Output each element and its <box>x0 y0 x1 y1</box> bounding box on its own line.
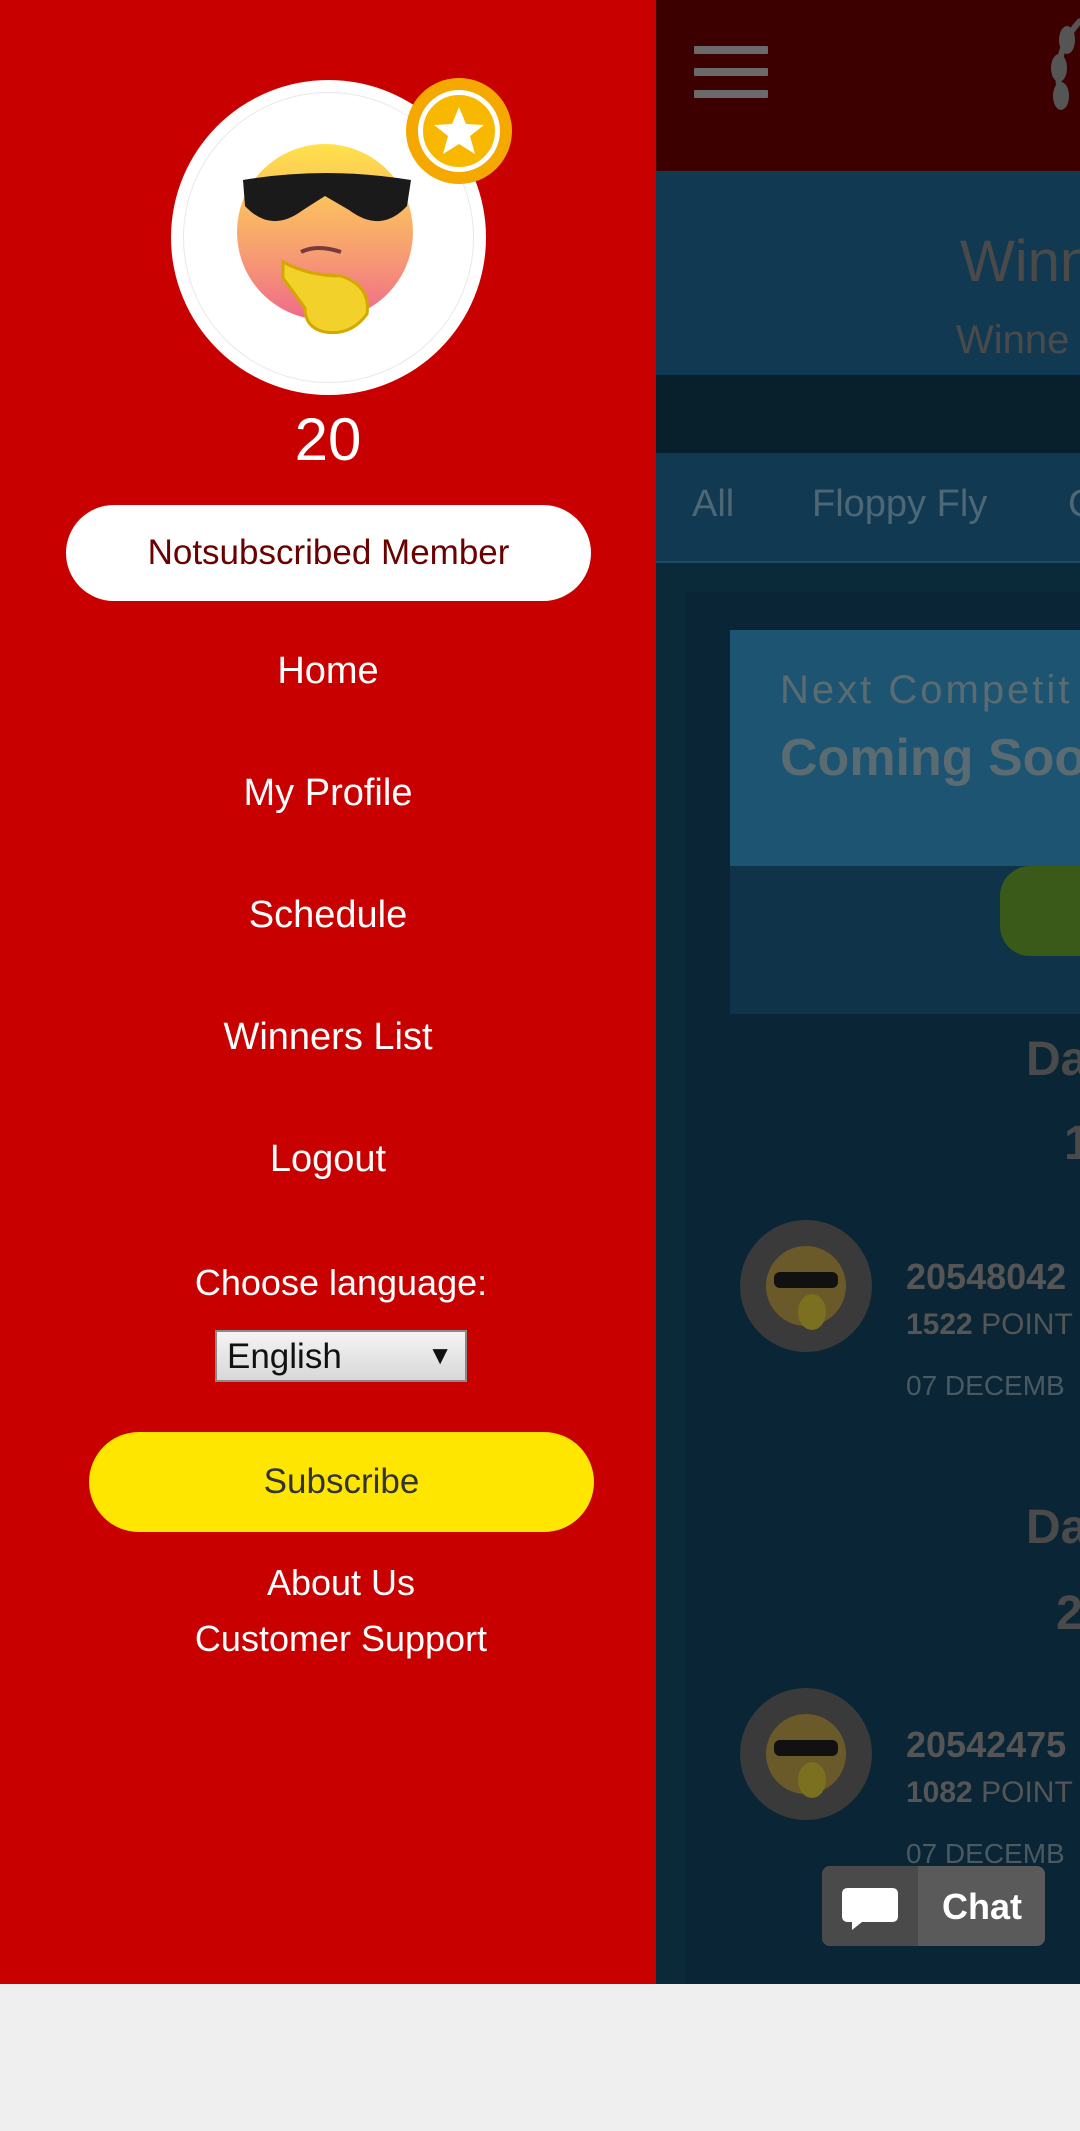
app: All Floppy Fly C Winn Winne Next Competi… <box>0 0 1080 1984</box>
side-drawer: 20 Notsubscribed Member Home My Profile … <box>0 0 656 1984</box>
nav-my-profile[interactable]: My Profile <box>0 772 656 815</box>
hero-subtitle: Winne <box>956 318 1070 362</box>
day-heading: Da <box>1026 1501 1080 1554</box>
tab-next[interactable]: C <box>1068 483 1080 526</box>
chevron-down-icon: ▼ <box>427 1340 453 1370</box>
user-level: 20 <box>294 406 362 473</box>
day-subheading: 2 <box>1056 1587 1080 1640</box>
star-badge-icon <box>406 78 512 184</box>
member-status-badge[interactable]: Notsubscribed Member <box>66 505 591 601</box>
divider-band <box>656 375 1080 453</box>
top-bar <box>656 0 1080 171</box>
chat-bubble-icon <box>842 1888 898 1930</box>
tab-floppy-fly[interactable]: Floppy Fly <box>812 483 987 526</box>
day-heading: Da <box>1026 1033 1080 1086</box>
language-selected: English <box>227 1337 342 1376</box>
language-label: Choose language: <box>194 1262 488 1303</box>
nav-logout[interactable]: Logout <box>0 1138 656 1181</box>
nav-schedule[interactable]: Schedule <box>0 894 656 937</box>
customer-support-link[interactable]: Customer Support <box>0 1618 682 1660</box>
tab-all[interactable]: All <box>692 483 734 526</box>
player-id: 20542475 <box>906 1724 1067 1765</box>
subscribe-button[interactable]: Subscribe <box>89 1432 594 1532</box>
chat-button[interactable]: Chat <box>822 1866 1045 1946</box>
player-points: 1082 POINT <box>906 1776 1073 1809</box>
hamburger-icon[interactable] <box>694 46 768 98</box>
day-subheading: 1 <box>1064 1117 1080 1170</box>
cool-emoji-avatar-icon <box>237 144 413 335</box>
next-competition-label: Next Competit <box>780 668 1073 712</box>
player-points: 1522 POINT <box>906 1308 1073 1341</box>
nav-home[interactable]: Home <box>0 650 656 693</box>
player-date: 07 DECEMB <box>906 1370 1065 1401</box>
player-avatar <box>740 1220 872 1352</box>
about-us-link[interactable]: About Us <box>0 1562 682 1604</box>
laurel-icon <box>1051 17 1080 110</box>
nav-winners-list[interactable]: Winners List <box>0 1016 656 1059</box>
player-id: 20548042 <box>906 1256 1067 1297</box>
language-select[interactable]: English ▼ <box>215 1330 467 1382</box>
hero-title: Winn <box>960 229 1080 294</box>
game-tabs: All Floppy Fly C <box>656 453 1080 563</box>
competition-title: Coming Soo <box>780 729 1080 787</box>
player-avatar <box>740 1688 872 1820</box>
chat-label: Chat <box>942 1886 1022 1927</box>
